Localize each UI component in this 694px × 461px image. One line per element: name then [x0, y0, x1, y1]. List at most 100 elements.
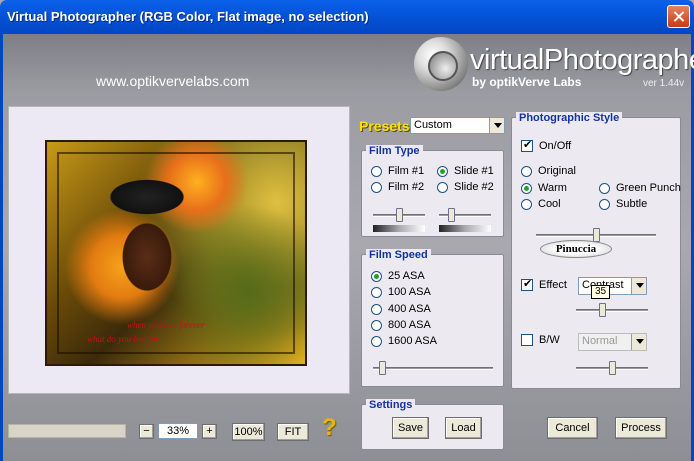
effect-slider[interactable] — [576, 303, 648, 317]
asa-100-radio[interactable]: 100 ASA — [371, 286, 431, 298]
radio-icon — [599, 198, 610, 210]
radio-icon — [371, 319, 382, 331]
film-type-title: Film Type — [366, 145, 423, 157]
style-original-radio[interactable]: Original — [521, 165, 576, 177]
film-gradient — [373, 225, 425, 232]
zoom-100-button[interactable]: 100% — [232, 423, 265, 441]
radio-icon — [371, 181, 382, 193]
radio-icon — [371, 303, 382, 315]
settings-title: Settings — [366, 399, 416, 411]
style-cool-radio[interactable]: Cool — [521, 198, 561, 210]
onoff-label: On/Off — [539, 140, 572, 152]
style-green-punch-radio[interactable]: Green Punch — [599, 182, 681, 194]
style-subtle-label: Subtle — [616, 198, 648, 210]
style-green-punch-label: Green Punch — [616, 182, 681, 194]
chevron-down-icon[interactable] — [631, 334, 646, 350]
save-button[interactable]: Save — [392, 417, 429, 439]
radio-icon — [371, 286, 382, 298]
film-speed-panel: Film Speed 25 ASA 100 ASA 400 ASA 800 AS… — [361, 249, 504, 387]
zoom-in-button[interactable]: + — [202, 424, 217, 439]
effect-tooltip: 35 — [591, 285, 610, 299]
radio-icon — [371, 165, 382, 177]
asa-25-label: 25 ASA — [388, 270, 425, 282]
presets-dropdown[interactable]: Custom — [410, 117, 505, 134]
effect-checkbox[interactable]: Effect — [521, 277, 567, 291]
slide-gradient — [439, 225, 491, 232]
bw-value: Normal — [582, 335, 618, 347]
radio-icon — [437, 165, 448, 177]
chevron-down-icon[interactable] — [489, 118, 504, 133]
checkbox-icon — [521, 334, 533, 346]
image-caption-1: when you live forever — [127, 320, 205, 330]
chevron-down-icon[interactable] — [631, 278, 646, 294]
asa-100-label: 100 ASA — [388, 286, 431, 298]
slide-slider[interactable] — [439, 208, 491, 222]
style-subtle-radio[interactable]: Subtle — [599, 198, 647, 210]
slide-1-label: Slide #1 — [454, 165, 494, 177]
process-button[interactable]: Process — [615, 417, 667, 439]
radio-icon — [521, 198, 532, 210]
style-warm-label: Warm — [538, 182, 567, 194]
bw-dropdown[interactable]: Normal — [578, 333, 647, 351]
slide-2-radio[interactable]: Slide #2 — [437, 181, 494, 193]
film-1-radio[interactable]: Film #1 — [371, 165, 424, 177]
style-original-label: Original — [538, 165, 576, 177]
style-cool-label: Cool — [538, 198, 561, 210]
film-2-label: Film #2 — [388, 181, 425, 193]
asa-1600-label: 1600 ASA — [388, 335, 437, 347]
fit-button[interactable]: FIT — [277, 423, 309, 441]
asa-400-radio[interactable]: 400 ASA — [371, 303, 431, 315]
radio-icon — [521, 182, 532, 194]
website-link[interactable]: www.optikvervelabs.com — [96, 73, 249, 89]
logo-text: virtualPhotographer — [470, 44, 694, 76]
photographic-style-title: Photographic Style — [516, 112, 623, 124]
film-type-panel: Film Type Film #1 Slide #1 Film #2 Slide… — [361, 145, 504, 237]
asa-25-radio[interactable]: 25 ASA — [371, 270, 425, 282]
presets-label: Presets — [359, 118, 410, 134]
asa-800-label: 800 ASA — [388, 319, 431, 331]
radio-icon — [521, 165, 532, 177]
asa-1600-radio[interactable]: 1600 ASA — [371, 335, 437, 347]
checkbox-icon — [521, 138, 533, 152]
settings-panel: Settings Save Load — [361, 399, 504, 450]
onoff-checkbox[interactable]: On/Off — [521, 138, 572, 152]
film-speed-slider[interactable] — [373, 361, 493, 375]
window-title: Virtual Photographer (RGB Color, Flat im… — [7, 9, 369, 24]
bw-checkbox[interactable]: B/W — [521, 334, 560, 346]
preview-image[interactable]: when you live forever what do you live f… — [45, 140, 307, 366]
radio-icon — [371, 270, 382, 282]
progress-bar — [8, 424, 126, 438]
film-speed-title: Film Speed — [366, 249, 431, 261]
asa-400-label: 400 ASA — [388, 303, 431, 315]
zoom-value[interactable]: 33% — [158, 423, 198, 439]
help-icon[interactable]: ? — [322, 414, 337, 442]
bw-label: B/W — [539, 334, 560, 346]
style-warm-radio[interactable]: Warm — [521, 182, 567, 194]
bw-slider[interactable] — [576, 361, 648, 375]
radio-icon — [599, 182, 610, 194]
logo-subtitle: by optikVerve Labs — [472, 75, 582, 89]
slide-2-label: Slide #2 — [454, 181, 494, 193]
cancel-button[interactable]: Cancel — [547, 417, 598, 439]
zoom-out-button[interactable]: − — [139, 424, 154, 439]
radio-icon — [371, 335, 382, 347]
checkbox-icon — [521, 277, 533, 291]
logo-mark — [414, 37, 468, 91]
image-caption-2: what do you live for — [87, 334, 159, 344]
close-icon[interactable] — [667, 5, 690, 28]
watermark-badge: Pinuccia — [540, 240, 612, 258]
presets-value: Custom — [414, 119, 452, 131]
effect-dropdown[interactable]: Contrast — [578, 277, 647, 295]
version-label: ver 1.44v — [643, 78, 685, 89]
film-slider[interactable] — [373, 208, 425, 222]
film-1-label: Film #1 — [388, 165, 425, 177]
slide-1-radio[interactable]: Slide #1 — [437, 165, 494, 177]
style-slider[interactable] — [536, 228, 656, 242]
title-bar: Virtual Photographer (RGB Color, Flat im… — [0, 0, 694, 34]
radio-icon — [437, 181, 448, 193]
preview-panel: when you live forever what do you live f… — [8, 106, 350, 394]
asa-800-radio[interactable]: 800 ASA — [371, 319, 431, 331]
film-2-radio[interactable]: Film #2 — [371, 181, 424, 193]
effect-label: Effect — [539, 279, 567, 291]
load-button[interactable]: Load — [445, 417, 482, 439]
